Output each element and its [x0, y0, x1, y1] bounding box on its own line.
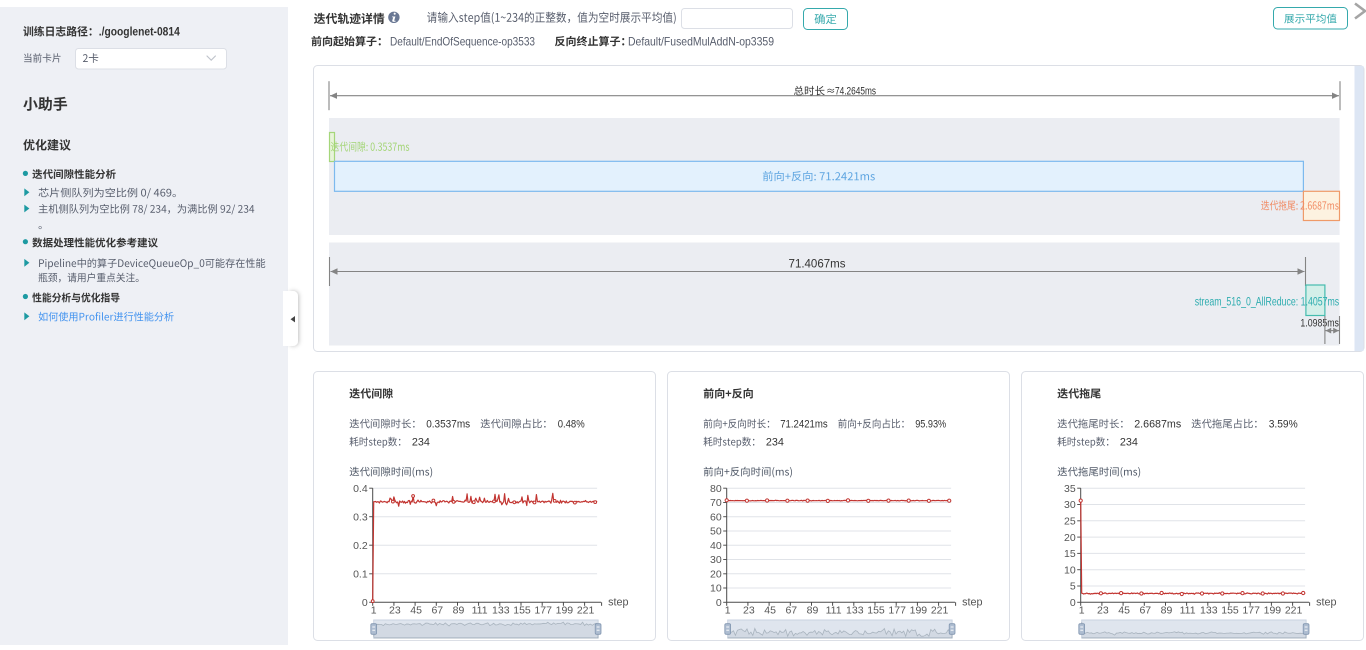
svg-text:133: 133 — [846, 605, 864, 617]
svg-text:155: 155 — [1221, 605, 1239, 617]
svg-text:199: 199 — [1264, 605, 1282, 617]
svg-text:20: 20 — [1064, 532, 1076, 544]
svg-text:3.59%: 3.59% — [1269, 419, 1298, 431]
svg-text:45: 45 — [764, 605, 776, 617]
svg-text:80: 80 — [710, 483, 722, 495]
svg-text:133: 133 — [492, 605, 510, 617]
svg-text:20: 20 — [710, 569, 722, 581]
svg-text:234: 234 — [412, 437, 430, 449]
svg-text:1.0985ms: 1.0985ms — [1300, 318, 1339, 330]
svg-text:177: 177 — [534, 605, 552, 617]
svg-text:1: 1 — [725, 605, 731, 617]
svg-text:23: 23 — [1097, 605, 1109, 617]
svg-text:199: 199 — [556, 605, 574, 617]
svg-text:30: 30 — [710, 554, 722, 566]
svg-text:2.6687ms: 2.6687ms — [1134, 419, 1182, 431]
svg-text:155: 155 — [513, 605, 531, 617]
svg-text:199: 199 — [910, 605, 928, 617]
svg-text:177: 177 — [1242, 605, 1260, 617]
svg-text:Default/FusedMulAddN-op3359: Default/FusedMulAddN-op3359 — [628, 34, 774, 48]
svg-text:step: step — [962, 597, 982, 609]
svg-text:71.2421ms: 71.2421ms — [780, 419, 828, 431]
svg-text:45: 45 — [1118, 605, 1130, 617]
svg-text:5: 5 — [1070, 581, 1076, 593]
svg-text:0.2: 0.2 — [353, 540, 368, 552]
svg-text:89: 89 — [1161, 605, 1173, 617]
svg-text:89: 89 — [453, 605, 465, 617]
svg-text:0.48%: 0.48% — [558, 419, 585, 431]
svg-text:40: 40 — [710, 540, 722, 552]
svg-text:67: 67 — [431, 605, 443, 617]
svg-text:stream_516_0_AllReduce: 1.4057: stream_516_0_AllReduce: 1.4057ms — [1195, 297, 1340, 309]
svg-text:71.4067ms: 71.4067ms — [789, 259, 846, 271]
svg-text:10: 10 — [1064, 564, 1076, 576]
svg-text:0.4: 0.4 — [353, 483, 368, 495]
svg-text:67: 67 — [785, 605, 797, 617]
svg-text:155: 155 — [867, 605, 885, 617]
svg-text:234: 234 — [766, 437, 784, 449]
svg-text:23: 23 — [743, 605, 755, 617]
svg-text:25: 25 — [1064, 516, 1076, 528]
svg-text:95.93%: 95.93% — [915, 419, 946, 431]
svg-text:35: 35 — [1064, 483, 1076, 495]
svg-text:1: 1 — [1079, 605, 1085, 617]
svg-text:221: 221 — [1285, 605, 1303, 617]
svg-text:0.1: 0.1 — [353, 569, 368, 581]
svg-text:15: 15 — [1064, 548, 1076, 560]
svg-text:23: 23 — [389, 605, 401, 617]
svg-text:221: 221 — [577, 605, 595, 617]
svg-text:111: 111 — [1180, 605, 1196, 617]
svg-text:step: step — [1316, 597, 1336, 609]
svg-text:0.3: 0.3 — [353, 511, 368, 523]
svg-text:60: 60 — [710, 511, 722, 523]
svg-text:0: 0 — [1070, 597, 1076, 609]
svg-text:30: 30 — [1064, 499, 1076, 511]
svg-text:step: step — [608, 597, 628, 609]
svg-text:70: 70 — [710, 497, 722, 509]
svg-text:67: 67 — [1139, 605, 1151, 617]
svg-text:111: 111 — [472, 605, 488, 617]
svg-text:234: 234 — [1120, 437, 1138, 449]
svg-text:Default/EndOfSequence-op3533: Default/EndOfSequence-op3533 — [390, 34, 535, 48]
svg-text:0: 0 — [716, 597, 722, 609]
svg-text:74.2645ms: 74.2645ms — [835, 86, 876, 98]
svg-text:./googlenet-0814: ./googlenet-0814 — [99, 27, 181, 39]
svg-text:177: 177 — [888, 605, 906, 617]
svg-text:133: 133 — [1200, 605, 1218, 617]
svg-text:10: 10 — [710, 583, 722, 595]
svg-text:111: 111 — [826, 605, 842, 617]
svg-text:0.3537ms: 0.3537ms — [426, 419, 471, 431]
svg-text:45: 45 — [410, 605, 422, 617]
svg-text:221: 221 — [931, 605, 949, 617]
svg-text:0: 0 — [362, 597, 368, 609]
svg-text:1: 1 — [371, 605, 377, 617]
svg-text:89: 89 — [807, 605, 819, 617]
svg-text:50: 50 — [710, 526, 722, 538]
